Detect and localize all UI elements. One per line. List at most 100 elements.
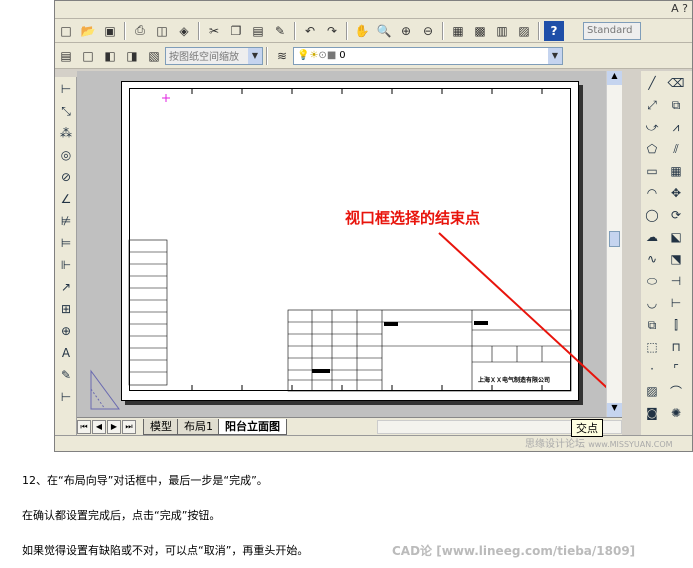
array-icon[interactable]: ▦ xyxy=(666,161,686,181)
cut-icon[interactable]: ✂ xyxy=(204,21,224,41)
join-icon[interactable]: ⊓ xyxy=(666,337,686,357)
tolerance-icon[interactable]: ⊞ xyxy=(56,299,76,319)
mirror-icon[interactable]: ⩘ xyxy=(666,117,686,137)
pline-icon[interactable]: ⤻ xyxy=(642,117,662,137)
chamfer-icon[interactable]: ⌜ xyxy=(666,359,686,379)
caption-confirm: 在确认都设置完成后，点击“完成”按钮。 xyxy=(22,509,221,522)
angular-dim-icon[interactable]: ∠ xyxy=(56,189,76,209)
rectangle-icon[interactable]: ▭ xyxy=(642,161,662,181)
explode-icon[interactable]: ✺ xyxy=(666,403,686,423)
designcenter-icon[interactable]: ▩ xyxy=(470,21,490,41)
region-icon[interactable]: ◙ xyxy=(642,403,662,423)
open-icon[interactable]: 📂 xyxy=(78,21,98,41)
diameter-dim-icon[interactable]: ⊘ xyxy=(56,167,76,187)
leader-icon[interactable]: ↗ xyxy=(56,277,76,297)
prev-tab-icon[interactable]: ◀ xyxy=(92,419,106,434)
viewport-icon[interactable]: ▤ xyxy=(56,46,76,66)
scroll-up-icon[interactable]: ▲ xyxy=(607,71,622,85)
dimension-toolbar: ⊢ ⤡ ⁂ ◎ ⊘ ∠ ⊭ ⊨ ⊩ ↗ ⊞ ⊕ A ✎ ⊢ xyxy=(55,77,77,435)
linear-dim-icon[interactable]: ⊢ xyxy=(56,79,76,99)
bulb-icon: 💡 xyxy=(297,50,310,61)
scroll-down-icon[interactable]: ▼ xyxy=(607,403,622,417)
baseline-dim-icon[interactable]: ⊨ xyxy=(56,233,76,253)
last-tab-icon[interactable]: ⏭ xyxy=(122,419,136,434)
ordinate-dim-icon[interactable]: ⁂ xyxy=(56,123,76,143)
continue-dim-icon[interactable]: ⊩ xyxy=(56,255,76,275)
offset-icon[interactable]: ⫽ xyxy=(666,139,686,159)
ellipse-arc-icon[interactable]: ◡ xyxy=(642,293,662,313)
dimedit-icon[interactable]: A xyxy=(56,343,76,363)
help-button-icon[interactable]: ? xyxy=(544,20,564,41)
layer-manager-icon[interactable]: ≋ xyxy=(272,46,292,66)
new-icon[interactable]: □ xyxy=(56,21,76,41)
help-icon[interactable]: A ? xyxy=(671,2,688,15)
watermark-cad: CAD论 [www.lineeg.com/tieba/1809] xyxy=(392,544,636,558)
save-icon[interactable]: ▣ xyxy=(100,21,120,41)
arc-icon[interactable]: ◠ xyxy=(642,183,662,203)
rotate-icon[interactable]: ⟳ xyxy=(666,205,686,225)
quick-dim-icon[interactable]: ⊭ xyxy=(56,211,76,231)
caption-cancel: 如果觉得设置有缺陷或不对，可以点“取消”，再重头开始。 xyxy=(22,544,309,557)
clip-viewport-icon[interactable]: ▧ xyxy=(144,46,164,66)
line-icon[interactable]: ╱ xyxy=(642,73,662,93)
next-tab-icon[interactable]: ▶ xyxy=(107,419,121,434)
xline-icon[interactable]: ⤢ xyxy=(642,95,662,115)
viewport-scale-combo[interactable]: 按图纸空间缩放 ▼ xyxy=(165,46,263,65)
preview-icon[interactable]: ◫ xyxy=(152,21,172,41)
top-strip: A ? xyxy=(55,1,692,19)
center-mark-icon[interactable]: ⊕ xyxy=(56,321,76,341)
drawing-area[interactable]: 上海ＸＸ电气制造有限公司 视口框选择的结束点 ▲ ▼ xyxy=(77,71,622,417)
zoom-realtime-icon[interactable]: 🔍 xyxy=(374,21,394,41)
tab-model[interactable]: 模型 xyxy=(143,418,179,435)
caption-step: 12、在“布局向导”对话框中，最后一步是“完成”。 xyxy=(22,474,268,487)
point-icon[interactable]: · xyxy=(642,359,662,379)
dimstyle-icon[interactable]: ⊢ xyxy=(56,387,76,407)
zoom-previous-icon[interactable]: ⊖ xyxy=(418,21,438,41)
first-tab-icon[interactable]: ⏮ xyxy=(77,419,91,434)
single-viewport-icon[interactable]: □ xyxy=(78,46,98,66)
lock-icon: ⊙ xyxy=(318,50,327,61)
ellipse-icon[interactable]: ⬭ xyxy=(642,271,662,291)
aligned-dim-icon[interactable]: ⤡ xyxy=(56,101,76,121)
style-combo[interactable]: Standard xyxy=(583,21,641,40)
pan-icon[interactable]: ✋ xyxy=(352,21,372,41)
scale-icon[interactable]: ⬕ xyxy=(666,227,686,247)
fillet-icon[interactable]: ⌒ xyxy=(666,381,686,401)
stretch-icon[interactable]: ⬔ xyxy=(666,249,686,269)
company-name: 上海ＸＸ电气制造有限公司 xyxy=(478,376,550,384)
dimtedit-icon[interactable]: ✎ xyxy=(56,365,76,385)
polygon-icon[interactable]: ⬠ xyxy=(642,139,662,159)
trim-icon[interactable]: ⊣ xyxy=(666,271,686,291)
spline-icon[interactable]: ∿ xyxy=(642,249,662,269)
tab-balcony[interactable]: 阳台立面图 xyxy=(218,418,287,435)
redo-icon[interactable]: ↷ xyxy=(322,21,342,41)
hatch-icon[interactable]: ▨ xyxy=(642,381,662,401)
poly-viewport-icon[interactable]: ◧ xyxy=(100,46,120,66)
insert-block-icon[interactable]: ⧉ xyxy=(642,315,662,335)
object-viewport-icon[interactable]: ◨ xyxy=(122,46,142,66)
sun-icon: ☀ xyxy=(309,50,319,61)
tab-layout1[interactable]: 布局1 xyxy=(177,418,220,435)
publish-icon[interactable]: ◈ xyxy=(174,21,194,41)
scroll-thumb[interactable] xyxy=(609,231,620,247)
paste-icon[interactable]: ▤ xyxy=(248,21,268,41)
make-block-icon[interactable]: ⬚ xyxy=(642,337,662,357)
toolpalette-icon[interactable]: ▥ xyxy=(492,21,512,41)
layer-combo[interactable]: 💡 ☀ ⊙ ■ 0 ▼ xyxy=(293,46,563,65)
erase-icon[interactable]: ⌫ xyxy=(666,73,686,93)
copy-object-icon[interactable]: ⧉ xyxy=(666,95,686,115)
print-icon[interactable]: ⎙ xyxy=(130,21,150,41)
radius-dim-icon[interactable]: ◎ xyxy=(56,145,76,165)
copy-icon[interactable]: ❐ xyxy=(226,21,246,41)
break-icon[interactable]: ⫿ xyxy=(666,315,686,335)
vertical-scrollbar[interactable]: ▲ ▼ xyxy=(606,71,622,417)
calc-icon[interactable]: ▨ xyxy=(514,21,534,41)
circle-icon[interactable]: ◯ xyxy=(642,205,662,225)
zoom-window-icon[interactable]: ⊕ xyxy=(396,21,416,41)
match-icon[interactable]: ✎ xyxy=(270,21,290,41)
undo-icon[interactable]: ↶ xyxy=(300,21,320,41)
properties-icon[interactable]: ▦ xyxy=(448,21,468,41)
move-icon[interactable]: ✥ xyxy=(666,183,686,203)
extend-icon[interactable]: ⊢ xyxy=(666,293,686,313)
revcloud-icon[interactable]: ☁ xyxy=(642,227,662,247)
